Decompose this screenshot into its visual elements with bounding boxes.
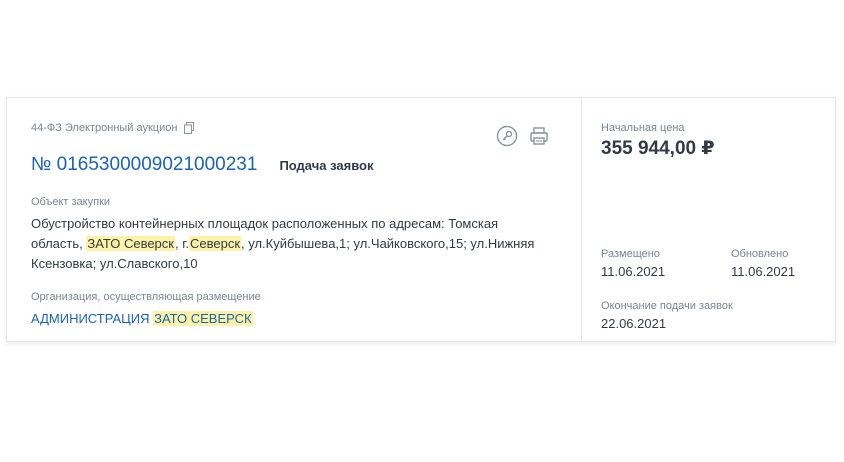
key-icon[interactable]: [496, 125, 518, 147]
organization-name-part: АДМИНИСТРАЦИЯ: [31, 311, 154, 326]
posted-label: Размещено: [601, 248, 660, 260]
purchase-card: 44-ФЗ Электронный аукцион № 016530000902…: [6, 97, 836, 342]
registry-row: № 0165300009021000231 Подача заявок: [31, 154, 373, 176]
procurement-type: 44-ФЗ Электронный аукцион: [31, 122, 178, 134]
updated-label: Обновлено: [731, 248, 789, 260]
card-actions: [496, 125, 550, 147]
registry-number-link[interactable]: № 0165300009021000231: [31, 154, 257, 176]
deadline-block: Окончание подачи заявок 22.06.2021: [601, 300, 733, 331]
print-icon[interactable]: [528, 125, 550, 147]
object-text-part: , г.: [174, 236, 189, 251]
deadline-date: 22.06.2021: [601, 316, 667, 331]
search-highlight: Северск: [188, 236, 242, 251]
card-divider: [581, 98, 582, 341]
updated-block: Обновлено 11.06.2021: [731, 248, 795, 279]
search-highlight: ЗАТО СЕВЕРСК: [153, 311, 253, 326]
procurement-type-line: 44-ФЗ Электронный аукцион: [31, 122, 195, 134]
organization-label: Организация, осуществляющая размещение: [31, 291, 261, 303]
price-value: 355 944,00 ₽: [601, 138, 715, 159]
posted-block: Размещено 11.06.2021: [601, 248, 665, 279]
object-label: Объект закупки: [31, 196, 111, 208]
posted-date: 11.06.2021: [601, 264, 666, 279]
updated-date: 11.06.2021: [731, 264, 796, 279]
procurement-stage: Подача заявок: [279, 158, 374, 173]
copy-icon[interactable]: [183, 122, 195, 134]
price-label: Начальная цена: [601, 122, 685, 134]
object-description: Обустройство контейнерных площадок распо…: [31, 214, 551, 274]
organization-link[interactable]: АДМИНИСТРАЦИЯ ЗАТО СЕВЕРСК: [31, 311, 253, 326]
deadline-label: Окончание подачи заявок: [601, 300, 733, 312]
search-highlight: ЗАТО Северск: [86, 236, 175, 251]
